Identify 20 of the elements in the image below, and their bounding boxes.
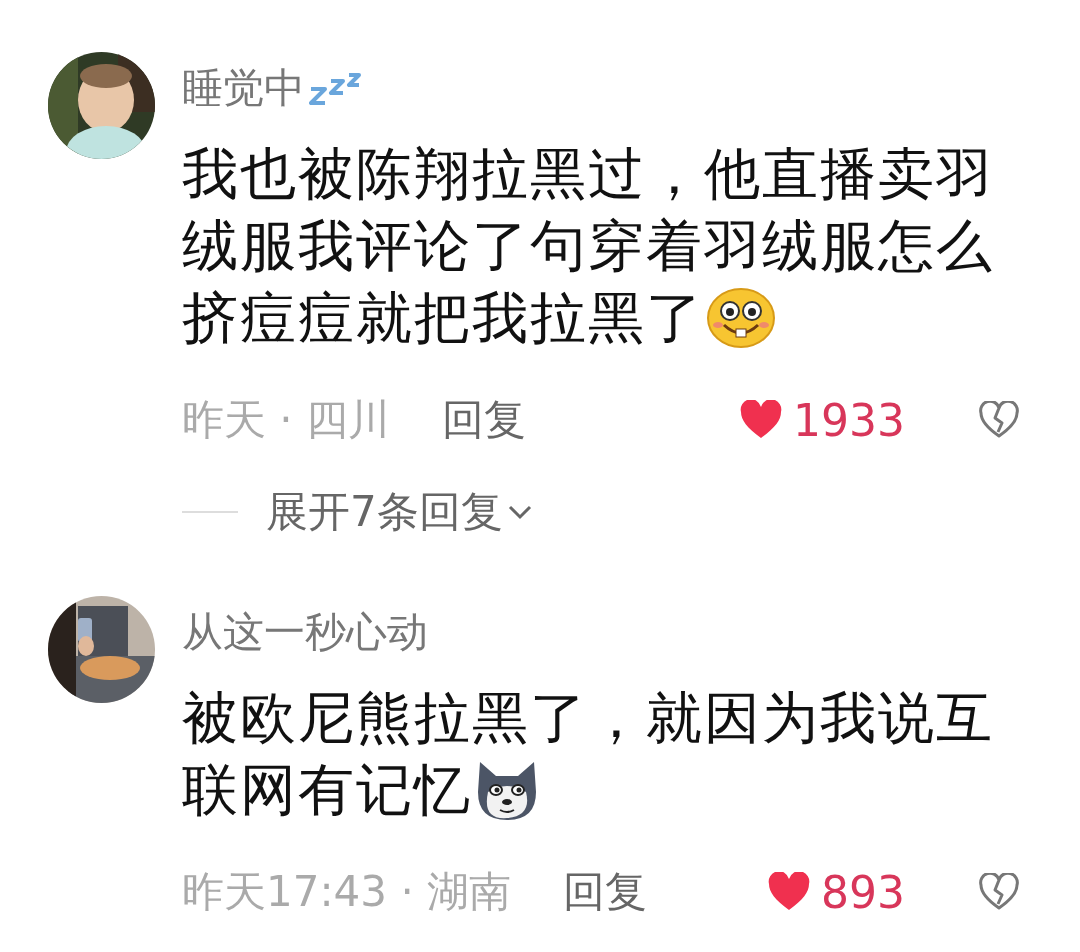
- expand-replies-button[interactable]: 展开7条回复: [266, 484, 533, 540]
- reply-link[interactable]: 回复: [442, 392, 527, 448]
- timestamp: 昨天 · 四川: [182, 394, 391, 446]
- comment-text: 绒服我评论了句穿着羽绒服怎么: [182, 212, 994, 280]
- heart-icon[interactable]: [767, 872, 811, 912]
- heart-icon[interactable]: [739, 400, 783, 440]
- comment-text: 挤痘痘就把我拉黑了: [182, 284, 704, 352]
- like-count: 1933: [793, 394, 905, 446]
- chevron-down-icon: [506, 504, 533, 520]
- like-count: 893: [821, 866, 905, 918]
- comment-text: 被欧尼熊拉黑了，就因为我说互: [182, 684, 994, 752]
- grinning-face-icon: [706, 287, 776, 349]
- timestamp: 昨天17:43 · 湖南: [182, 866, 512, 918]
- comment-text: 联网有记忆: [182, 756, 472, 824]
- comment-text: 我也被陈翔拉黑过，他直播卖羽: [182, 140, 994, 208]
- broken-heart-icon[interactable]: [978, 873, 1020, 911]
- reply-link[interactable]: 回复: [563, 864, 648, 920]
- user-name[interactable]: 睡觉中: [182, 60, 305, 116]
- user-name[interactable]: 从这一秒心动: [182, 604, 428, 660]
- broken-heart-icon[interactable]: [978, 401, 1020, 439]
